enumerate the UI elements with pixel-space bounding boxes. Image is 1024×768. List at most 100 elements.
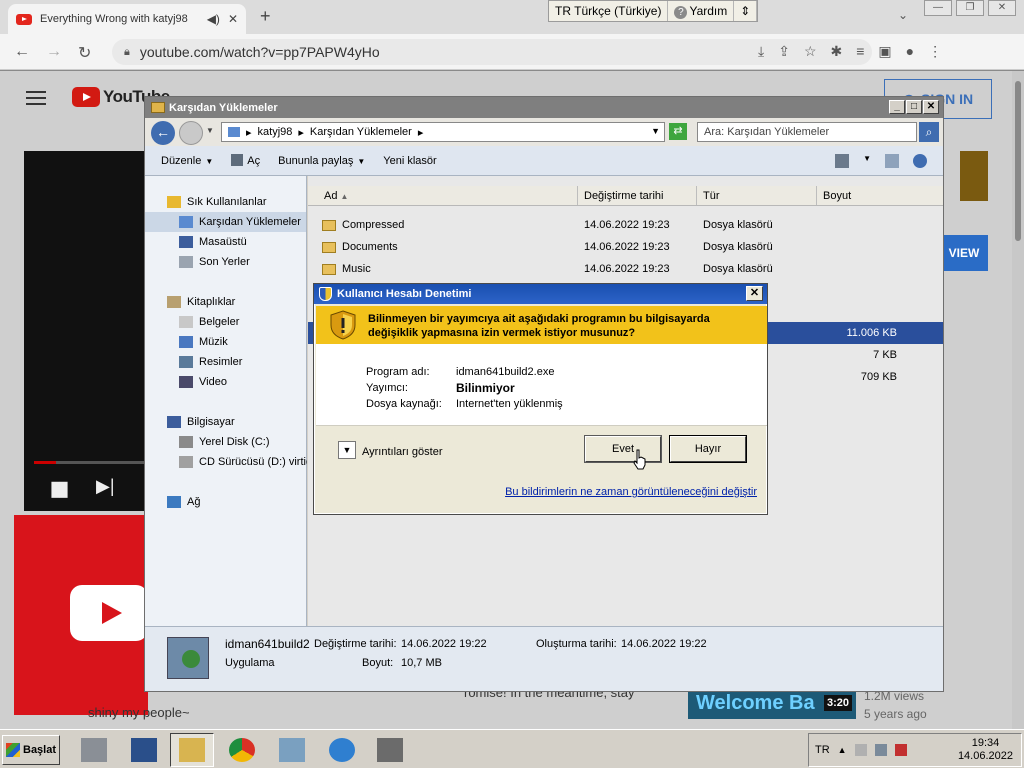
open-button[interactable]: Aç	[231, 154, 260, 167]
show-details-toggle[interactable]: ▼	[338, 441, 356, 459]
help-circle-icon[interactable]	[913, 154, 927, 168]
video-duration: 3:20	[823, 695, 852, 711]
file-row[interactable]: Compressed 14.06.2022 19:23 Dosya klasör…	[308, 214, 943, 236]
nav-cd-drive[interactable]: CD Sürücüsü (D:) virtio	[179, 452, 307, 472]
nav-libraries[interactable]: Kitaplıklar	[167, 292, 235, 312]
column-modified[interactable]: Değiştirme tarihi	[578, 186, 697, 205]
search-icon[interactable]: ⌕	[919, 122, 939, 142]
file-row[interactable]: Music 14.06.2022 19:23 Dosya klasörü	[308, 258, 943, 280]
clock[interactable]: 19:34 14.06.2022	[958, 737, 1013, 763]
restore-button[interactable]: ❐	[956, 0, 984, 16]
video-player[interactable]: ▮▮ ▶|	[24, 151, 154, 511]
column-name[interactable]: Ad ▲	[308, 186, 578, 205]
address-dropdown-icon[interactable]: ▼	[651, 126, 660, 136]
new-folder-button[interactable]: Yeni klasör	[383, 155, 436, 167]
search-input[interactable]: Ara: Karşıdan Yüklemeler	[697, 122, 917, 142]
breadcrumb-downloads[interactable]: Karşıdan Yüklemeler	[310, 126, 412, 138]
nav-documents[interactable]: Belgeler	[179, 312, 239, 332]
browser-tab[interactable]: Everything Wrong with katyj98 ◀) ✕	[8, 4, 246, 34]
nav-network[interactable]: Ağ	[167, 492, 200, 512]
preview-pane-icon[interactable]	[885, 154, 899, 168]
side-panel-icon[interactable]: ▣	[878, 43, 891, 60]
forward-arrow-icon[interactable]: →	[46, 43, 62, 61]
network-status-icon[interactable]	[874, 744, 887, 756]
flag-icon[interactable]	[854, 744, 867, 756]
close-button[interactable]: ✕	[988, 0, 1016, 16]
nav-downloads[interactable]: Karşıdan Yüklemeler	[145, 212, 306, 232]
change-view-icon[interactable]	[835, 154, 850, 168]
uac-close-button[interactable]: ✕	[746, 286, 763, 301]
taskbar-app[interactable]	[270, 733, 314, 767]
file-row[interactable]: Documents 14.06.2022 19:23 Dosya klasörü	[308, 236, 943, 258]
no-button[interactable]: Hayır	[669, 435, 747, 463]
nav-local-disk[interactable]: Yerel Disk (C:)	[179, 432, 270, 452]
share-with-button[interactable]: Bununla paylaş ▼	[278, 155, 365, 167]
installer-icon	[377, 738, 403, 762]
taskbar-internet-explorer[interactable]	[320, 733, 364, 767]
next-video-icon[interactable]: ▶|	[96, 476, 115, 497]
explorer-titlebar[interactable]: Karşıdan Yüklemeler _ □ ✕	[145, 97, 943, 118]
system-tray: TR ▲ 19:34 14.06.2022	[808, 733, 1022, 767]
yes-button[interactable]: Evet	[584, 435, 662, 463]
nav-recent-label: Son Yerler	[199, 256, 250, 268]
new-tab-button[interactable]: +	[260, 6, 271, 27]
file-name: Music	[342, 263, 371, 275]
start-button[interactable]: Başlat	[2, 735, 60, 765]
nav-favorites[interactable]: Sık Kullanılanlar	[167, 192, 267, 212]
nav-computer[interactable]: Bilgisayar	[167, 412, 235, 432]
uac-titlebar[interactable]: Kullanıcı Hesabı Denetimi ✕	[314, 284, 767, 304]
language-bar-options-icon[interactable]: ⇕	[734, 1, 758, 21]
refresh-icon[interactable]: ⇄	[669, 123, 687, 140]
nav-desktop[interactable]: Masaüstü	[179, 232, 247, 252]
reload-icon[interactable]: ↻	[78, 43, 91, 63]
change-notification-settings-link[interactable]: Bu bildirimlerin ne zaman görüntüleneceğ…	[505, 486, 757, 498]
chrome-menu-icon[interactable]: ⋮	[928, 43, 942, 60]
volume-muted-icon[interactable]	[894, 744, 907, 756]
install-app-icon[interactable]: ⤓	[758, 43, 764, 60]
tab-search-chevron-icon[interactable]: ⌄	[898, 8, 908, 22]
view-dropdown-icon[interactable]: ▼	[863, 154, 871, 168]
taskbar-powershell[interactable]	[122, 733, 166, 767]
back-button[interactable]: ←	[151, 121, 175, 145]
forward-button[interactable]	[179, 121, 203, 145]
share-icon[interactable]: ⇪	[778, 43, 790, 60]
pause-icon[interactable]: ▮▮	[50, 476, 69, 501]
minimize-button[interactable]: —	[924, 0, 952, 16]
taskbar-installer[interactable]	[368, 733, 412, 767]
nav-pictures[interactable]: Resimler	[179, 352, 242, 372]
media-queue-icon[interactable]: ≡	[856, 43, 864, 60]
extensions-icon[interactable]: ✱	[831, 43, 843, 60]
breadcrumb-separator: ▸	[417, 126, 424, 139]
help-button[interactable]: ? Yardım	[668, 1, 735, 21]
show-details-label[interactable]: Ayrıntıları göster	[362, 446, 443, 458]
ad-button[interactable]: VIEW	[940, 235, 988, 271]
back-arrow-icon[interactable]: ←	[14, 43, 30, 61]
nav-video[interactable]: Video	[179, 372, 227, 392]
taskbar-chrome[interactable]	[220, 733, 264, 767]
nav-music[interactable]: Müzik	[179, 332, 228, 352]
show-hidden-icons-icon[interactable]: ▲	[838, 745, 847, 755]
explorer-close-button[interactable]: ✕	[923, 100, 939, 114]
organize-button[interactable]: Düzenle ▼	[161, 155, 213, 167]
explorer-maximize-button[interactable]: □	[906, 100, 922, 114]
speaker-icon[interactable]: ◀)	[207, 12, 220, 26]
language-selector[interactable]: TR Türkçe (Türkiye)	[549, 1, 669, 21]
history-dropdown-icon[interactable]: ▼	[206, 126, 214, 135]
breadcrumb[interactable]: ▸ katyj98 ▸ Karşıdan Yüklemeler ▸ ▼	[221, 122, 665, 142]
close-tab-icon[interactable]: ✕	[228, 12, 238, 26]
nav-recent[interactable]: Son Yerler	[179, 252, 250, 272]
tray-language[interactable]: TR	[815, 744, 830, 756]
bookmark-star-icon[interactable]: ☆	[804, 43, 817, 60]
profile-icon[interactable]: ●	[906, 43, 914, 60]
taskbar-explorer[interactable]	[170, 733, 214, 767]
explorer-minimize-button[interactable]: _	[889, 100, 905, 114]
taskbar-control-panel[interactable]	[72, 733, 116, 767]
hamburger-menu-icon[interactable]	[26, 91, 46, 105]
page-scrollbar[interactable]	[1012, 71, 1024, 729]
video-progress-bar[interactable]	[34, 461, 144, 464]
explorer-folder-icon	[179, 738, 205, 762]
breadcrumb-user[interactable]: katyj98	[258, 126, 293, 138]
file-name: Documents	[342, 241, 398, 253]
column-size[interactable]: Boyut	[817, 186, 943, 205]
column-type[interactable]: Tür	[697, 186, 817, 205]
